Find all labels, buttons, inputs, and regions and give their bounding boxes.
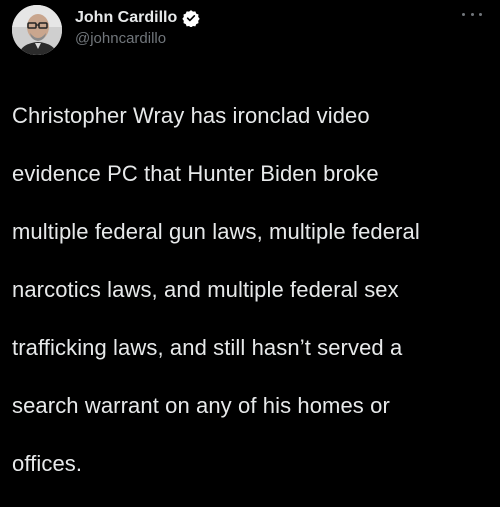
more-dot: [462, 12, 465, 16]
tweet-text-line: trafficking laws, and still hasn’t serve…: [12, 335, 403, 360]
tweet-text-line: search warrant on any of his homes or: [12, 393, 390, 418]
tweet-text-line: offices.: [12, 451, 83, 476]
tweet-text-line: multiple federal gun laws, multiple fede…: [12, 219, 420, 244]
author-display-name[interactable]: John Cardillo: [75, 8, 177, 28]
tweet-card: John Cardillo @johncardillo Christopher …: [0, 0, 500, 476]
avatar-photo-icon: [12, 5, 62, 55]
more-dot: [479, 12, 482, 16]
tweet-text: Christopher Wray has ironclad video evid…: [12, 72, 490, 507]
tweet-text-line: evidence PC that Hunter Biden broke: [12, 161, 379, 186]
tweet-text-line: narcotics laws, and multiple federal sex: [12, 277, 399, 302]
author-handle[interactable]: @johncardillo: [75, 30, 166, 48]
verified-badge-icon: [182, 9, 200, 28]
more-dot: [470, 12, 474, 16]
author-name-row: John Cardillo: [75, 8, 200, 28]
more-options-icon[interactable]: [462, 6, 482, 22]
avatar[interactable]: [12, 5, 62, 55]
tweet-text-line: Christopher Wray has ironclad video: [12, 103, 370, 128]
